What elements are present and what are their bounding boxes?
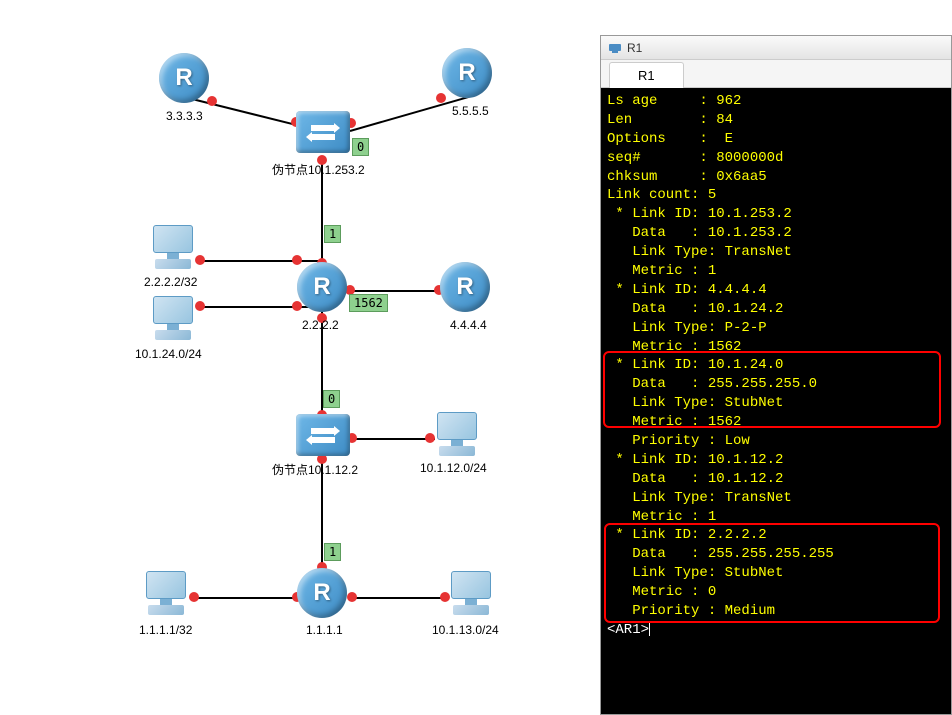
pc-2222[interactable] — [148, 225, 198, 271]
tab-bar: R1 — [601, 60, 951, 88]
router-label: 4.4.4.4 — [450, 318, 487, 332]
device-icon — [607, 40, 623, 56]
router-3333[interactable]: R — [159, 53, 209, 103]
link — [348, 597, 448, 599]
router-1111[interactable]: R — [297, 568, 347, 618]
router-label: 5.5.5.5 — [452, 104, 489, 118]
pc-label: 10.1.13.0/24 — [432, 623, 499, 637]
pc-label: 1.1.1.1/32 — [139, 623, 192, 637]
switch-label: 伪节点10.1.12.2 — [272, 461, 358, 478]
window-title: R1 — [627, 41, 642, 55]
router-label: 3.3.3.3 — [166, 109, 203, 123]
pc-1111[interactable] — [141, 571, 191, 617]
terminal-window: R1 R1 Ls age : 962 Len : 84 Options : E … — [600, 35, 952, 715]
tab-r1[interactable]: R1 — [609, 62, 684, 88]
router-4444[interactable]: R — [440, 262, 490, 312]
switch-pseudo-12[interactable] — [296, 414, 350, 456]
link — [195, 597, 299, 599]
metric-badge: 1 — [324, 543, 341, 561]
router-2222[interactable]: R — [297, 262, 347, 312]
port-dot — [347, 592, 357, 602]
router-label: 1.1.1.1 — [306, 623, 343, 637]
metric-badge: 1562 — [349, 294, 388, 312]
terminal-output[interactable]: Ls age : 962 Len : 84 Options : E seq# :… — [601, 88, 951, 714]
link — [350, 438, 435, 440]
pc-1024[interactable] — [148, 296, 198, 342]
terminal-titlebar[interactable]: R1 — [601, 36, 951, 60]
pc-1013[interactable] — [446, 571, 496, 617]
pc-1012[interactable] — [432, 412, 482, 458]
pc-label: 2.2.2.2/32 — [144, 275, 197, 289]
metric-badge: 0 — [352, 138, 369, 156]
pc-label: 10.1.12.0/24 — [420, 461, 487, 475]
metric-badge: 0 — [323, 390, 340, 408]
network-topology: R 3.3.3.3 R 5.5.5.5 0 伪节点10.1.253.2 2.2.… — [0, 0, 600, 715]
link — [345, 290, 441, 292]
router-5555[interactable]: R — [442, 48, 492, 98]
terminal-prompt: <AR1> — [607, 621, 945, 640]
switch-label: 伪节点10.1.253.2 — [272, 161, 365, 178]
terminal-text: Ls age : 962 Len : 84 Options : E seq# :… — [607, 92, 945, 621]
router-label: 2.2.2.2 — [302, 318, 339, 332]
switch-pseudo-253[interactable] — [296, 111, 350, 153]
pc-label: 10.1.24.0/24 — [135, 347, 202, 361]
metric-badge: 1 — [324, 225, 341, 243]
